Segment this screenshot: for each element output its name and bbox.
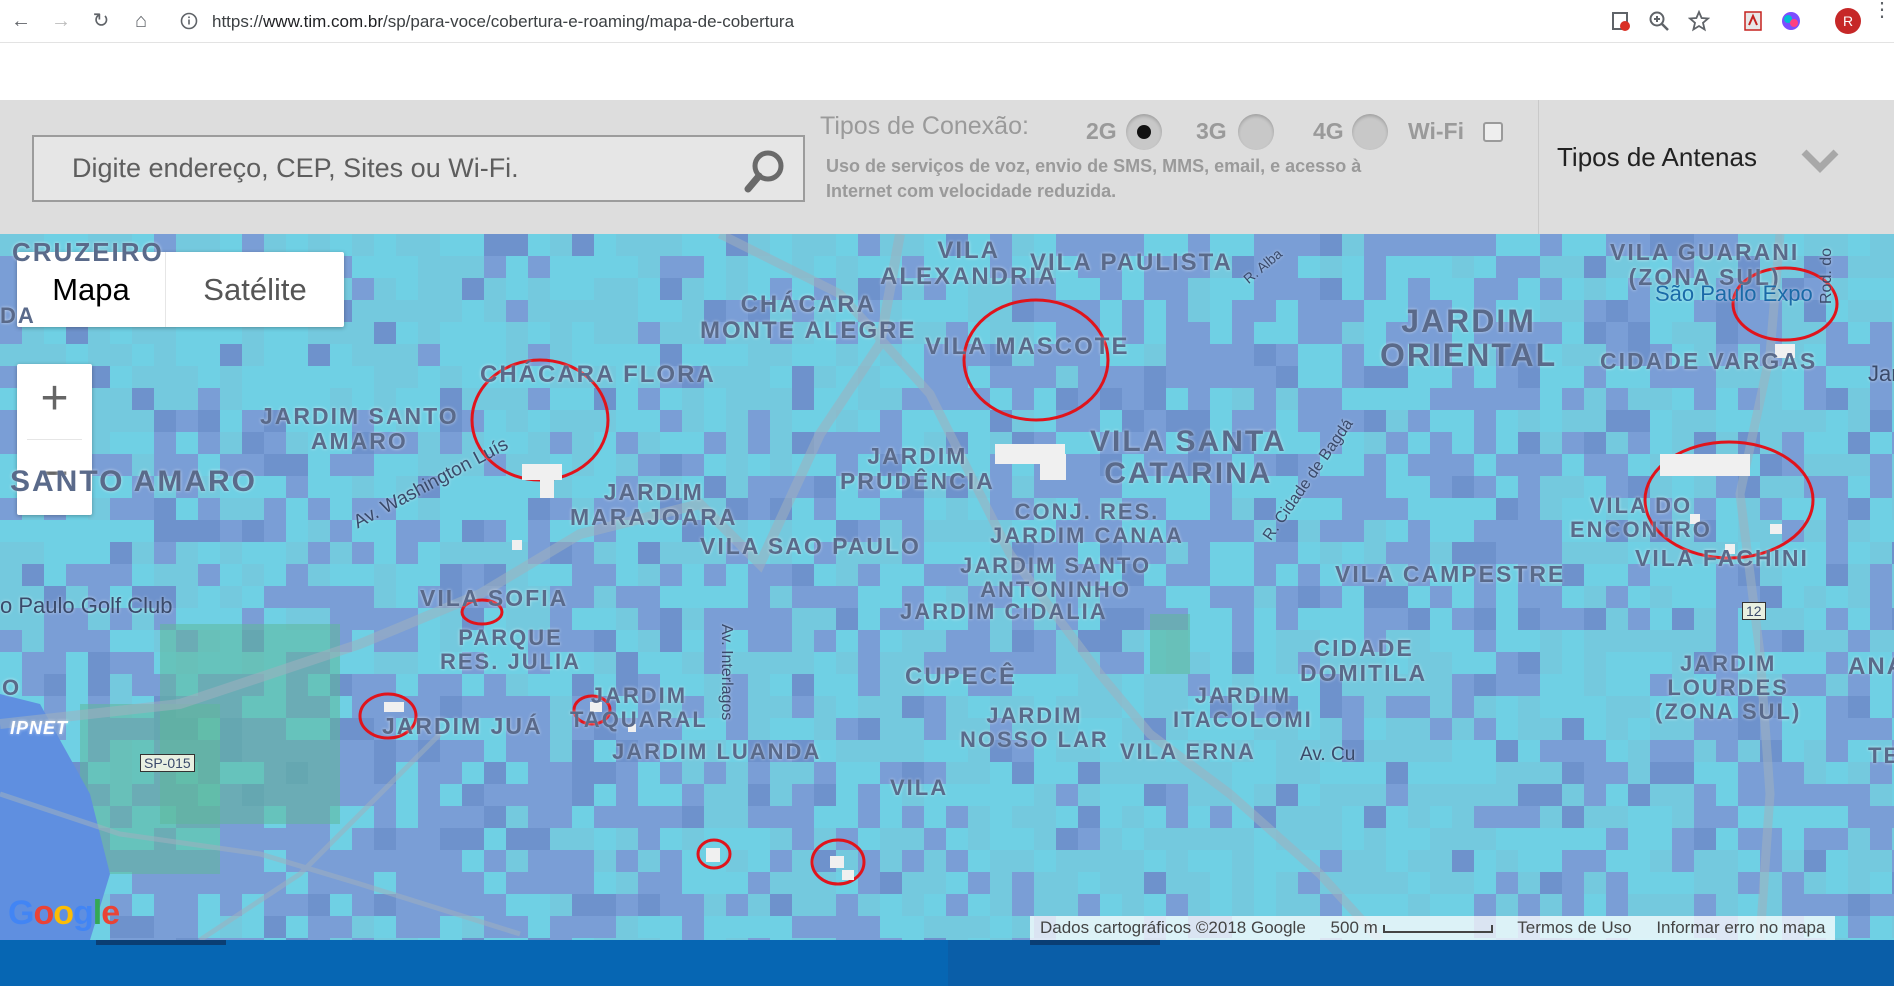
- map-label: o Paulo Golf Club: [0, 593, 173, 618]
- map-label: Rod. do: [1818, 247, 1835, 304]
- map-label: ANA: [1848, 653, 1894, 680]
- option-wifi-label: Wi-Fi: [1408, 118, 1464, 144]
- map-label: VILA CAMPESTRE: [1335, 561, 1566, 587]
- info-icon[interactable]: [180, 12, 198, 30]
- wifi-checkbox[interactable]: [1483, 122, 1503, 142]
- map-label: 12: [1742, 602, 1766, 620]
- url-host: www.tim.com.br: [263, 12, 383, 31]
- map-label: Av. Cu: [1300, 744, 1356, 765]
- map-label: JARDIM NOSSO LAR: [960, 703, 1109, 752]
- map-label: O: [2, 675, 22, 700]
- blocked-popup-icon[interactable]: [1610, 10, 1632, 32]
- terms-link[interactable]: Termos de Uso: [1507, 918, 1641, 937]
- url-text: https://www.tim.com.br/sp/para-voce/cobe…: [212, 12, 794, 32]
- map-label: CUPECÊ: [905, 663, 1018, 690]
- map-label: DA: [0, 303, 36, 328]
- map-label: JARDIM PRUDÊNCIA: [840, 443, 995, 494]
- map-scale-label: 500 m: [1330, 918, 1378, 937]
- map-type-satellite-button[interactable]: Satélite: [165, 252, 344, 327]
- option-3g-label: 3G: [1196, 118, 1227, 144]
- map-label: IPNET: [10, 718, 69, 738]
- map-label: CONJ. RES. JARDIM CANAA: [990, 499, 1184, 548]
- google-logo: Google: [8, 894, 120, 932]
- map-label: VILA ERNA: [1120, 739, 1256, 764]
- map-label: VILA SOFIA: [420, 585, 569, 611]
- coverage-map[interactable]: Mapa Satélite + − CRUZEIRO VILA ALEXANDRIA…: [0, 234, 1894, 940]
- footer-tab-right: [1030, 940, 1160, 945]
- map-label: JARDIM LOURDES (ZONA SUL): [1655, 651, 1802, 724]
- star-icon[interactable]: [1688, 10, 1710, 32]
- map-label: TE: [1868, 743, 1894, 768]
- reload-icon[interactable]: ↻: [88, 8, 114, 34]
- home-icon[interactable]: ⌂: [128, 8, 154, 34]
- map-label: VILA SAO PAULO: [700, 533, 921, 559]
- map-label: JARDIM CIDALIA: [900, 599, 1108, 624]
- coverage-toolbar: Tipos de Conexão: 2G 3G 4G Wi-Fi Uso de …: [0, 100, 1894, 234]
- report-error-link[interactable]: Informar erro no mapa: [1646, 918, 1835, 937]
- map-label: SANTO AMARO: [10, 465, 257, 498]
- map-label: VILA SANTA CATARINA: [1090, 425, 1287, 490]
- option-2g-radio[interactable]: [1126, 114, 1162, 150]
- map-label: VILA DO ENCONTRO: [1570, 493, 1712, 542]
- url-prefix: https://: [212, 12, 264, 31]
- footer-tab-left: [96, 940, 226, 945]
- map-label: São Paulo Expo: [1655, 281, 1813, 306]
- toolbar-divider: [1538, 100, 1539, 234]
- map-label: SP-015: [140, 754, 195, 772]
- option-2g-label: 2G: [1086, 118, 1117, 144]
- footer-left-panel: [0, 940, 948, 986]
- url-path: /sp/para-voce/cobertura-e-roaming/mapa-d…: [383, 12, 795, 31]
- map-label: CIDADE VARGAS: [1600, 348, 1818, 374]
- option-4g-radio[interactable]: [1352, 114, 1388, 150]
- map-label: JARDIM ITACOLOMI: [1173, 683, 1313, 732]
- scale-bar: [1382, 924, 1493, 933]
- address-bar[interactable]: https://www.tim.com.br/sp/para-voce/cobe…: [170, 6, 1708, 36]
- map-label: CHÁCARA FLORA: [480, 361, 716, 388]
- map-label: JARDIM SANTO ANTONINHO: [960, 553, 1152, 602]
- map-label: JARDIM MARAJOARA: [570, 479, 738, 530]
- map-label: JARDIM JUÁ: [382, 713, 543, 739]
- map-label: VILA PAULISTA: [1030, 249, 1233, 276]
- map-attribution-bar: Dados cartográficos ©2018 Google 500 m T…: [1030, 916, 1836, 940]
- search-box: [32, 135, 805, 202]
- map-scale: 500 m: [1321, 918, 1503, 937]
- browser-toolbar: ← → ↻ ⌂ https://www.tim.com.br/sp/para-v…: [0, 0, 1894, 43]
- search-input[interactable]: [34, 137, 734, 200]
- map-label: CRUZEIRO: [12, 237, 164, 267]
- antenas-dropdown-label[interactable]: Tipos de Antenas: [1557, 142, 1757, 173]
- option-3g-radio[interactable]: [1238, 114, 1274, 150]
- map-label: CIDADE DOMITILA: [1300, 635, 1428, 686]
- connection-description: Uso de serviços de voz, envio de SMS, MM…: [826, 156, 1362, 201]
- map-label: Av. Interlagos: [718, 624, 735, 721]
- map-label: VILA MASCOTE: [925, 333, 1130, 360]
- connection-title: Tipos de Conexão:: [820, 112, 1029, 140]
- map-label: JARDIM TAQUARAL: [570, 683, 708, 732]
- map-label: VILA FACHINI: [1635, 545, 1809, 571]
- pdf-extension-icon[interactable]: [1742, 10, 1764, 32]
- map-label: JARDIM LUANDA: [612, 739, 822, 764]
- zoom-divider: [27, 439, 82, 440]
- profile-avatar[interactable]: R: [1835, 8, 1861, 34]
- option-4g-label: 4G: [1313, 118, 1344, 144]
- map-label: JARDIM SANTO AMARO: [260, 403, 459, 454]
- map-label: CHÁCARA MONTE ALEGRE: [700, 291, 917, 344]
- back-icon[interactable]: ←: [8, 8, 34, 34]
- forward-icon[interactable]: →: [48, 8, 74, 34]
- map-label: PARQUE RES. JULIA: [440, 625, 582, 674]
- map-label: JARDIM ORIENTAL: [1380, 303, 1558, 373]
- map-label: Jar: [1868, 361, 1894, 386]
- chevron-down-icon[interactable]: [1800, 140, 1840, 180]
- map-attribution: Dados cartográficos ©2018 Google: [1040, 918, 1306, 937]
- search-icon[interactable]: [741, 147, 789, 195]
- extension-icon[interactable]: [1780, 10, 1802, 32]
- zoom-in-button[interactable]: +: [17, 364, 92, 439]
- menu-icon[interactable]: ⋮: [1872, 0, 1892, 20]
- zoom-icon[interactable]: [1648, 10, 1670, 32]
- page-footer: [0, 940, 1894, 986]
- map-label: VILA: [890, 775, 949, 800]
